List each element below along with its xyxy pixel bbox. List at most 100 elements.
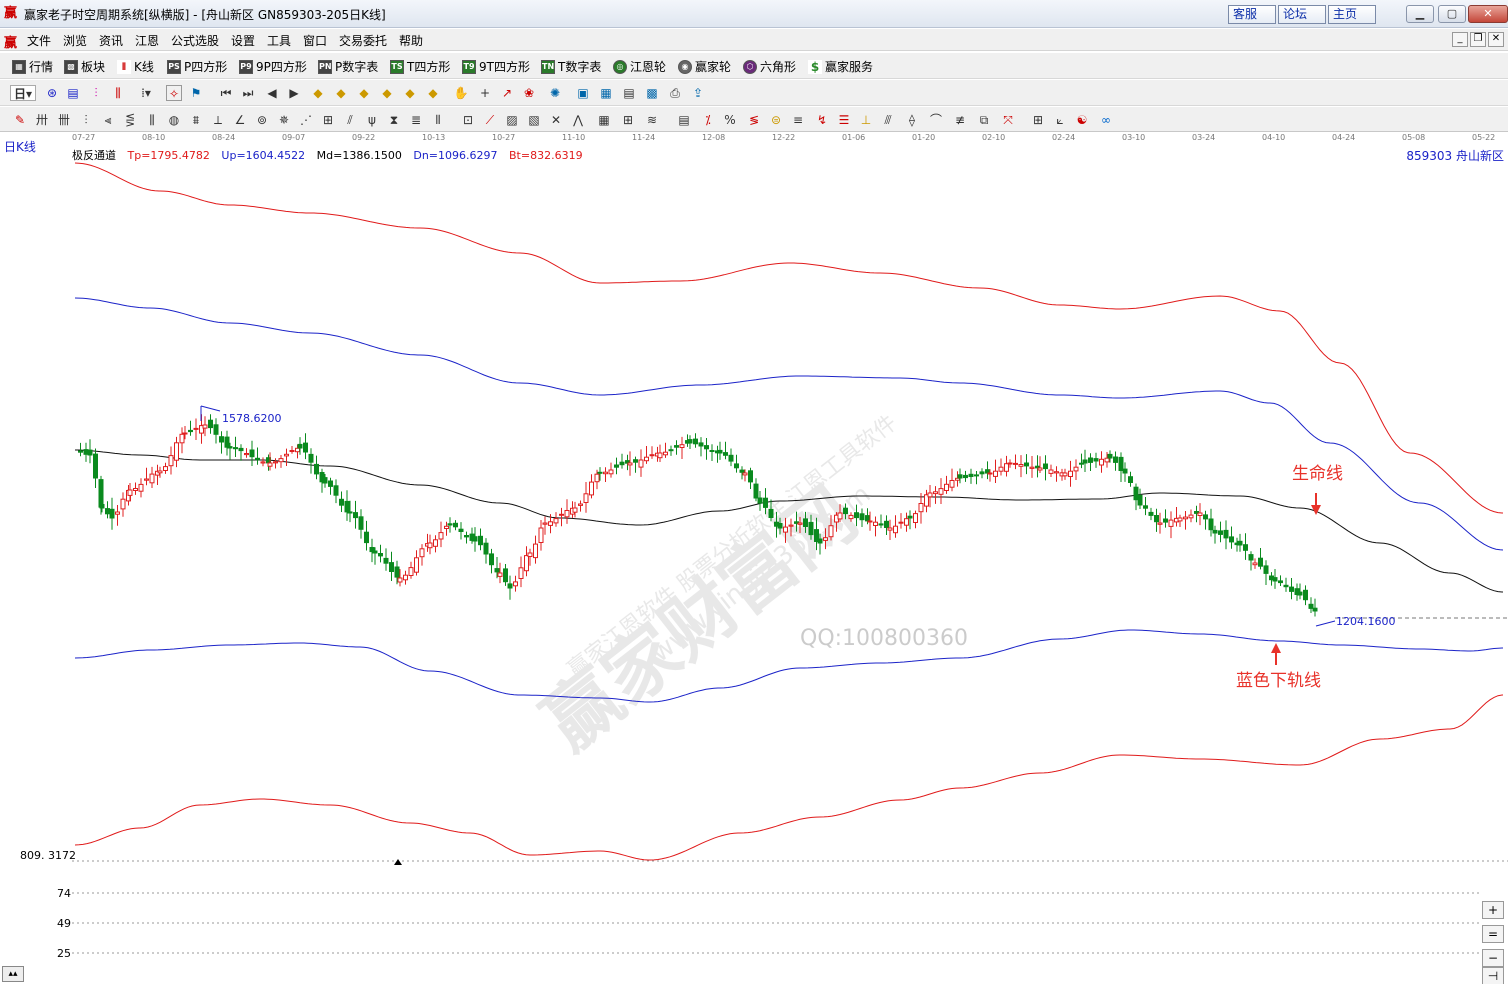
menu-formula[interactable]: 公式选股	[171, 32, 219, 49]
square-tool-icon[interactable]: ⋚	[122, 112, 138, 128]
cross-lines-tool-icon[interactable]: ✕	[548, 112, 564, 128]
circle-tool-icon[interactable]: ◍	[166, 112, 182, 128]
matrix-tool-icon[interactable]: ⊞	[620, 112, 636, 128]
calculator-icon[interactable]: ▦	[598, 85, 614, 101]
angle-tool-icon[interactable]: ∠	[232, 112, 248, 128]
zoom-out-icon[interactable]: ◆	[333, 85, 349, 101]
star-tool-icon[interactable]: ✵	[276, 112, 292, 128]
hexagon-button[interactable]: ⬡ 六角形	[743, 58, 796, 75]
angle-lines-icon[interactable]: ⫻	[880, 112, 896, 128]
gann-levels-icon[interactable]: ≢	[952, 112, 968, 128]
menu-gann[interactable]: 江恩	[135, 32, 159, 49]
last-icon[interactable]: ⏭	[240, 85, 256, 101]
line-type-select[interactable]: ⁞▾	[138, 85, 154, 101]
subchart-add-button[interactable]: +	[1482, 901, 1504, 919]
winner-service-button[interactable]: $ 赢家服务	[808, 58, 873, 75]
percent-fan-icon[interactable]: ⁒	[700, 112, 716, 128]
subchart-menu-button[interactable]: =	[1482, 925, 1504, 943]
menu-news[interactable]: 资讯	[99, 32, 123, 49]
9t-square-button[interactable]: T9 9T四方形	[462, 58, 530, 75]
move-up-icon[interactable]: ◆	[402, 85, 418, 101]
zoom-in-icon[interactable]: ◆	[310, 85, 326, 101]
levels-tool-icon[interactable]: ≣	[408, 112, 424, 128]
cross-icon[interactable]: +	[477, 85, 493, 101]
move-right-icon[interactable]: ◆	[379, 85, 395, 101]
period-select[interactable]: 日▾	[10, 85, 36, 101]
menu-help[interactable]: 帮助	[399, 32, 423, 49]
minimize-button[interactable]: ▁	[1406, 5, 1434, 23]
next-icon[interactable]: ▶	[286, 85, 302, 101]
export-icon[interactable]: ⇪	[690, 85, 706, 101]
fib-levels-icon[interactable]: ≡	[790, 112, 806, 128]
diag-tool-icon[interactable]: ▧	[526, 112, 542, 128]
gann-grid-tool-icon[interactable]: 卅	[34, 112, 50, 128]
bar-tool-icon[interactable]: ⩩	[188, 112, 204, 128]
gann-fan-tool-icon[interactable]: 卌	[56, 112, 72, 128]
menu-file[interactable]: 文件	[27, 32, 51, 49]
grid-tool-icon[interactable]: ⊞	[320, 112, 336, 128]
overlay-icon[interactable]: ⊛	[44, 85, 60, 101]
menu-settings[interactable]: 设置	[231, 32, 255, 49]
hatch-tool-icon[interactable]: ▨	[504, 112, 520, 128]
flag-icon[interactable]: ⚑	[188, 85, 204, 101]
forum-link[interactable]: 论坛	[1278, 5, 1326, 24]
yin-yang-icon[interactable]: ☯	[1074, 112, 1090, 128]
homepage-link[interactable]: 主页	[1328, 5, 1376, 24]
sector-button[interactable]: ▩ 板块	[64, 58, 105, 75]
channel-tool-icon[interactable]: ⧗	[386, 112, 402, 128]
square-nine-icon[interactable]: ⧉	[976, 112, 992, 128]
pitchfork-tool-icon[interactable]: ψ	[364, 112, 380, 128]
9p-square-button[interactable]: P9 9P四方形	[239, 58, 307, 75]
move-left-icon[interactable]: ◆	[356, 85, 372, 101]
notes-icon[interactable]: ▤	[621, 85, 637, 101]
menu-tools[interactable]: 工具	[267, 32, 291, 49]
mdi-minimize-button[interactable]: _	[1452, 32, 1468, 47]
close-button[interactable]: ✕	[1468, 5, 1508, 23]
spiral-tool-icon[interactable]: ⊚	[254, 112, 270, 128]
p-number-table-button[interactable]: PN P数字表	[318, 58, 378, 75]
slant-tool-icon[interactable]: ⫽	[342, 112, 358, 128]
retrace-icon[interactable]: ☰	[836, 112, 852, 128]
maximize-button[interactable]: ▢	[1438, 5, 1466, 23]
gift-icon[interactable]: ❀	[521, 85, 537, 101]
mdi-restore-button[interactable]: ❐	[1470, 32, 1486, 47]
kline-button[interactable]: ⫼ K线	[117, 58, 154, 75]
infinity-icon[interactable]: ∞	[1098, 112, 1114, 128]
menu-browse[interactable]: 浏览	[63, 32, 87, 49]
compass-icon[interactable]: ✺	[547, 85, 563, 101]
mdi-close-button[interactable]: ✕	[1488, 32, 1504, 47]
fan-red-icon[interactable]: ⤧	[1000, 112, 1016, 128]
speed-lines-icon[interactable]: ↯	[814, 112, 830, 128]
menu-window[interactable]: 窗口	[303, 32, 327, 49]
subchart-remove-button[interactable]: −	[1482, 949, 1504, 967]
calendar-grid-icon[interactable]: ▤	[676, 112, 692, 128]
fan-angles-icon[interactable]: ⟠	[904, 112, 920, 128]
quote-button[interactable]: ▦ 行情	[12, 58, 53, 75]
gann-wheel-button[interactable]: ◎ 江恩轮	[613, 58, 666, 75]
save-icon[interactable]: ▩	[644, 85, 660, 101]
ratio-icon[interactable]: ≶	[746, 112, 762, 128]
cycle-tool-icon[interactable]: ⫷	[100, 112, 116, 128]
wave-tool-icon[interactable]: ≋	[644, 112, 660, 128]
t-square-button[interactable]: TS T四方形	[390, 58, 450, 75]
table-tool-icon[interactable]: ▦	[596, 112, 612, 128]
arc-icon[interactable]: ⌒	[928, 112, 944, 128]
fib-tool-icon[interactable]: ⫶	[78, 112, 94, 128]
zigzag-tool-icon[interactable]: ⋀	[570, 112, 586, 128]
time-tool-icon[interactable]: ⫼	[144, 112, 160, 128]
pen-tool-icon[interactable]: ✎	[12, 112, 28, 128]
box-tool-icon[interactable]: ⊡	[460, 112, 476, 128]
indicator-icon[interactable]: ⫶	[88, 85, 104, 101]
menu-trade[interactable]: 交易委托	[339, 32, 387, 49]
bars-icon[interactable]: ⫼	[110, 85, 126, 101]
chart-corner-button[interactable]: ▴▴	[2, 966, 24, 982]
prev-icon[interactable]: ◀	[264, 85, 280, 101]
customer-service-link[interactable]: 客服	[1228, 5, 1276, 24]
trend-icon[interactable]: ↗	[499, 85, 515, 101]
chart-panel[interactable]: 07-27 08-10 08-24 09-07 09-22 10-13 10-27 11-10…	[0, 133, 1508, 984]
ruler-tool-icon[interactable]: ⟂	[210, 112, 226, 128]
time-zone-icon[interactable]: ⊥	[858, 112, 874, 128]
kline-chart[interactable]: 赢家财富网 赢家江恩软件 股票分析软件 江恩工具软件 www.yingjia36…	[0, 133, 1508, 984]
first-icon[interactable]: ⏮	[218, 85, 234, 101]
line-chart-icon[interactable]: ⟀	[1052, 112, 1068, 128]
